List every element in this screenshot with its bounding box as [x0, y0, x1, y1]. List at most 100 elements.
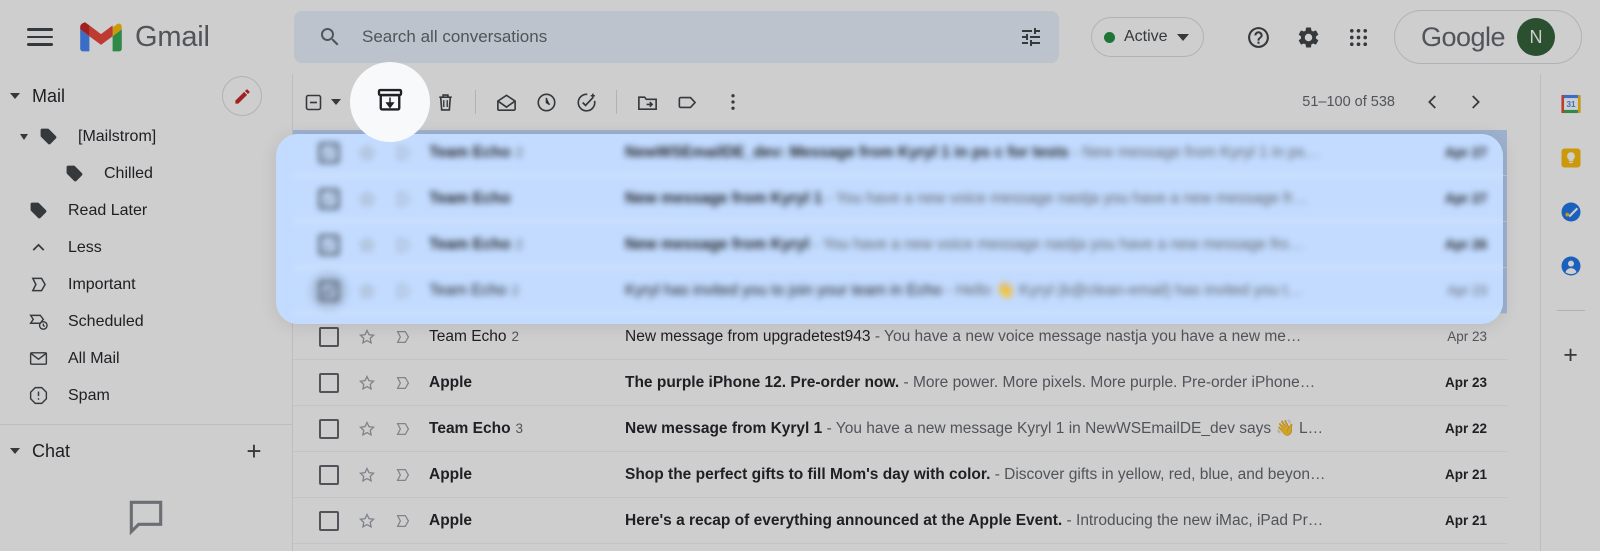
sidebar-item-label: All Mail	[68, 349, 120, 367]
table-row[interactable]: Team Echo2 New message from Kyryl - You h…	[293, 222, 1503, 268]
pagination-next-button[interactable]	[1455, 82, 1495, 122]
apps-grid-icon[interactable]	[1338, 17, 1378, 57]
status-chip[interactable]: Active	[1091, 17, 1204, 57]
table-row[interactable]: Apple The purple iPhone 12. Pre-order now…	[293, 360, 1507, 406]
google-keep-icon[interactable]	[1559, 146, 1583, 170]
compose-button[interactable]	[222, 76, 262, 116]
table-row[interactable]: Team Echo 3 New message from Kyryl 1 - You…	[293, 406, 1507, 452]
add-chat-button[interactable]: +	[238, 435, 270, 467]
important-marker-icon[interactable]	[385, 227, 421, 263]
gear-icon[interactable]	[1288, 17, 1328, 57]
sidebar-item-chilled[interactable]: Chilled	[0, 155, 292, 192]
table-row[interactable]: Team Echo New message from Kyryl 1 - You …	[293, 176, 1503, 222]
email-checkbox[interactable]	[309, 455, 349, 495]
gmail-wordmark: Gmail	[135, 20, 210, 53]
checkbox-icon	[319, 510, 339, 531]
star-icon[interactable]	[349, 503, 385, 539]
important-marker-icon[interactable]	[385, 273, 421, 309]
add-app-button[interactable]: +	[1563, 343, 1578, 368]
star-icon[interactable]	[349, 411, 385, 447]
email-checkbox[interactable]	[309, 363, 349, 403]
sidebar-item-all-mail[interactable]: All Mail	[0, 340, 292, 377]
email-subject: New message from Kyryl	[625, 235, 810, 253]
delete-button[interactable]	[425, 82, 465, 122]
sidebar-item-scheduled[interactable]: Scheduled	[0, 303, 292, 340]
email-subject: Here's a recap of everything announced a…	[625, 511, 1063, 529]
email-subject-snippet: Kyryl has invited you to join your team …	[625, 281, 1399, 300]
chevron-down-icon	[10, 448, 20, 454]
sidebar-item-less[interactable]: Less	[0, 229, 292, 266]
email-thread-count: 3	[515, 420, 524, 436]
star-icon[interactable]	[349, 181, 385, 217]
search-bar[interactable]	[294, 11, 1059, 63]
chat-section-header[interactable]: Chat +	[0, 429, 292, 473]
important-marker-icon[interactable]	[385, 181, 421, 217]
sidebar-item-spam[interactable]: Spam	[0, 377, 292, 414]
labels-button[interactable]	[667, 82, 707, 122]
email-subject-snippet: The purple iPhone 12. Pre-order now. - M…	[625, 374, 1399, 392]
chevron-down-icon	[10, 93, 20, 99]
move-to-folder-button[interactable]	[627, 82, 667, 122]
email-date: Apr 27	[1444, 191, 1487, 206]
star-icon[interactable]	[349, 273, 385, 309]
table-row[interactable]: Apple Here's a recap of everything announ…	[293, 498, 1507, 544]
pagination-prev-button[interactable]	[1413, 82, 1453, 122]
email-checkbox[interactable]	[309, 270, 349, 311]
email-snippet: - Hello 👋 Kyryl (k@clean-email) has invi…	[942, 282, 1303, 299]
hamburger-icon[interactable]	[16, 13, 64, 61]
email-checkbox[interactable]	[309, 134, 349, 173]
email-date: Apr 26	[1444, 237, 1487, 252]
checkbox-icon	[319, 464, 339, 485]
important-marker-icon[interactable]	[385, 457, 421, 493]
sidebar-item-important[interactable]: Important	[0, 266, 292, 303]
avatar[interactable]: N	[1517, 18, 1556, 56]
checkbox-icon	[319, 418, 339, 439]
important-marker-icon[interactable]	[385, 411, 421, 447]
mail-section-header[interactable]: Mail	[0, 74, 292, 118]
pagination-range: 51–100 of 538	[1302, 94, 1395, 110]
sidebar-divider	[0, 424, 292, 425]
email-checkbox[interactable]	[309, 225, 349, 265]
gmail-m-icon	[80, 21, 122, 53]
help-circle-icon[interactable]	[1238, 17, 1278, 57]
right-side-panel: 31 +	[1540, 74, 1600, 551]
mark-as-unread-button[interactable]	[486, 82, 526, 122]
account-switcher[interactable]: Google N	[1394, 10, 1582, 64]
email-checkbox[interactable]	[309, 409, 349, 449]
email-subject: New message from upgradetest943	[625, 327, 871, 345]
sidebar-item-label: Read Later	[68, 201, 148, 219]
sidebar-item-read-later[interactable]: Read Later	[0, 192, 292, 229]
email-snippet: - You have a new voice message nastja yo…	[870, 327, 1302, 345]
email-checkbox[interactable]	[309, 179, 349, 219]
search-icon	[318, 25, 342, 49]
more-options-button[interactable]	[713, 82, 753, 122]
table-row[interactable]: Team Echo2 NewWSEmailDE_dev: Message from…	[293, 134, 1503, 176]
select-all-checkbox[interactable]	[293, 82, 333, 122]
table-row[interactable]: Apple Shop the perfect gifts to fill Mom'…	[293, 452, 1507, 498]
snooze-button[interactable]	[526, 82, 566, 122]
important-marker-icon[interactable]	[385, 365, 421, 401]
sidebar-item-mailstrom[interactable]: [Mailstrom]	[0, 118, 292, 155]
tune-icon[interactable]	[1019, 25, 1043, 49]
email-subject-snippet: New message from upgradetest943 - You ha…	[625, 328, 1399, 346]
star-icon[interactable]	[349, 365, 385, 401]
add-to-tasks-button[interactable]	[566, 82, 606, 122]
spotlight-archive-highlight[interactable]	[350, 62, 430, 142]
search-input[interactable]	[362, 27, 1019, 47]
email-date: Apr 22	[1444, 421, 1487, 436]
table-row[interactable]: Team Echo2 Kyryl has invited you to join …	[293, 268, 1503, 314]
star-icon[interactable]	[349, 457, 385, 493]
email-subject-snippet: New message from Kyryl 1 - You have a ne…	[625, 190, 1399, 208]
google-contacts-icon[interactable]	[1559, 254, 1583, 278]
email-date: Apr 27	[1444, 145, 1487, 160]
email-subject-snippet: NewWSEmailDE_dev: Message from Kyryl 1 i…	[625, 144, 1399, 162]
google-calendar-icon[interactable]: 31	[1559, 92, 1583, 116]
important-marker-icon[interactable]	[385, 503, 421, 539]
checkbox-icon	[319, 188, 339, 209]
select-all-dropdown-caret[interactable]	[331, 99, 341, 105]
email-thread-count: 2	[515, 236, 524, 252]
google-tasks-icon[interactable]	[1559, 200, 1583, 224]
star-icon[interactable]	[349, 227, 385, 263]
spam-exclamation-icon	[26, 384, 50, 408]
email-checkbox[interactable]	[309, 501, 349, 541]
